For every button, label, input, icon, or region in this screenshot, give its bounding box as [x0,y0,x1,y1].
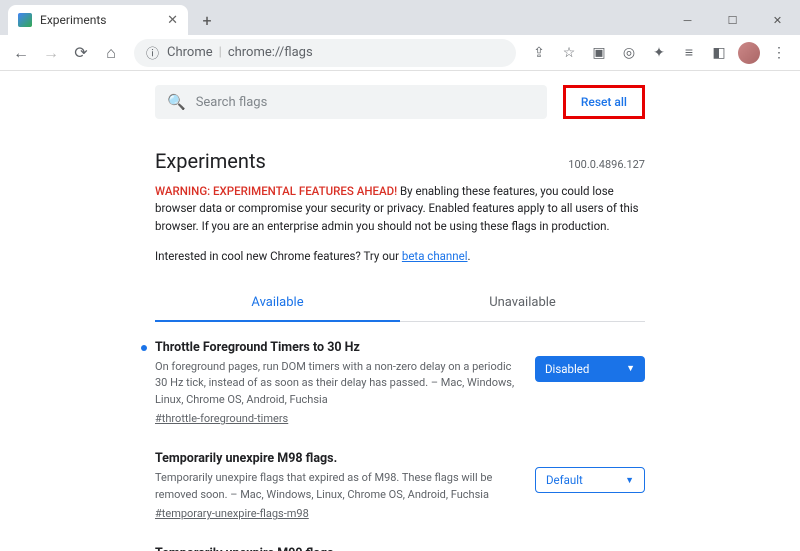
tab-close-icon[interactable]: ✕ [167,13,178,28]
omnibox-url: chrome://flags [228,45,313,60]
flag-row: Temporarily unexpire M99 flags.Temporari… [155,528,645,551]
window-titlebar: Experiments ✕ + ─ ☐ ✕ [0,0,800,35]
flags-list: Throttle Foreground Timers to 30 Hz On fo… [155,322,645,551]
extensions-puzzle-icon[interactable]: ✦ [646,40,672,66]
flag-title: Throttle Foreground Timers to 30 Hz [155,340,521,355]
flag-state-select[interactable]: Default ▼ [535,467,645,493]
reset-all-highlight: Reset all [563,85,645,119]
tab-unavailable[interactable]: Unavailable [400,285,645,322]
beta-channel-link[interactable]: beta channel [402,249,468,263]
tab-available[interactable]: Available [155,285,400,322]
omnibox-prefix: Chrome [167,45,213,60]
tab-title: Experiments [40,13,167,27]
window-controls: ─ ☐ ✕ [665,5,800,35]
minimize-button[interactable]: ─ [665,5,710,35]
flag-hash-link[interactable]: #temporary-unexpire-flags-m98 [155,507,521,520]
flag-row: Throttle Foreground Timers to 30 Hz On fo… [155,322,645,434]
chevron-down-icon: ▼ [626,363,635,374]
bookmark-icon[interactable]: ☆ [556,40,582,66]
menu-icon[interactable]: ⋮ [766,40,792,66]
reload-button[interactable]: ⟳ [68,40,94,66]
search-icon: 🔍 [167,93,186,111]
reset-all-button[interactable]: Reset all [571,91,637,113]
search-flags-input[interactable]: 🔍 Search flags [155,85,547,119]
flag-state-label: Default [546,473,583,487]
warning-prefix: WARNING: EXPERIMENTAL FEATURES AHEAD! [155,184,397,198]
site-info-icon[interactable]: ⓘ [146,43,159,62]
flag-title: Temporarily unexpire M99 flags. [155,546,521,551]
search-placeholder: Search flags [196,95,268,110]
browser-toolbar: ← → ⟳ ⌂ ⓘ Chrome | chrome://flags ⇪ ☆ ▣ … [0,35,800,71]
tab-favicon [18,13,32,27]
flag-description: Temporarily unexpire flags that expired … [155,470,521,503]
home-button[interactable]: ⌂ [98,40,124,66]
flag-hash-link[interactable]: #throttle-foreground-timers [155,412,521,425]
maximize-button[interactable]: ☐ [710,5,755,35]
close-window-button[interactable]: ✕ [755,5,800,35]
flag-state-select[interactable]: Disabled ▼ [535,356,645,382]
flag-tabs: Available Unavailable [155,285,645,322]
browser-tab[interactable]: Experiments ✕ [8,5,188,35]
page-content[interactable]: 🔍 Search flags Reset all Experiments 100… [0,71,800,551]
extension-box-icon[interactable]: ▣ [586,40,612,66]
reading-list-icon[interactable]: ≡ [676,40,702,66]
flag-row: Temporarily unexpire M98 flags. Temporari… [155,433,645,528]
flag-state-label: Disabled [545,362,589,376]
version-label: 100.0.4896.127 [568,158,645,171]
forward-button[interactable]: → [38,40,64,66]
back-button[interactable]: ← [8,40,34,66]
warning-text: WARNING: EXPERIMENTAL FEATURES AHEAD! By… [155,183,645,235]
address-bar[interactable]: ⓘ Chrome | chrome://flags [134,39,516,67]
side-panel-icon[interactable]: ◧ [706,40,732,66]
share-icon[interactable]: ⇪ [526,40,552,66]
flag-description: On foreground pages, run DOM timers with… [155,359,521,409]
new-tab-button[interactable]: + [194,7,220,33]
beta-channel-text: Interested in cool new Chrome features? … [155,249,645,263]
page-title: Experiments [155,149,266,173]
chevron-down-icon: ▼ [625,475,634,486]
extension-circle-icon[interactable]: ◎ [616,40,642,66]
profile-avatar[interactable] [736,40,762,66]
flag-title: Temporarily unexpire M98 flags. [155,451,521,466]
